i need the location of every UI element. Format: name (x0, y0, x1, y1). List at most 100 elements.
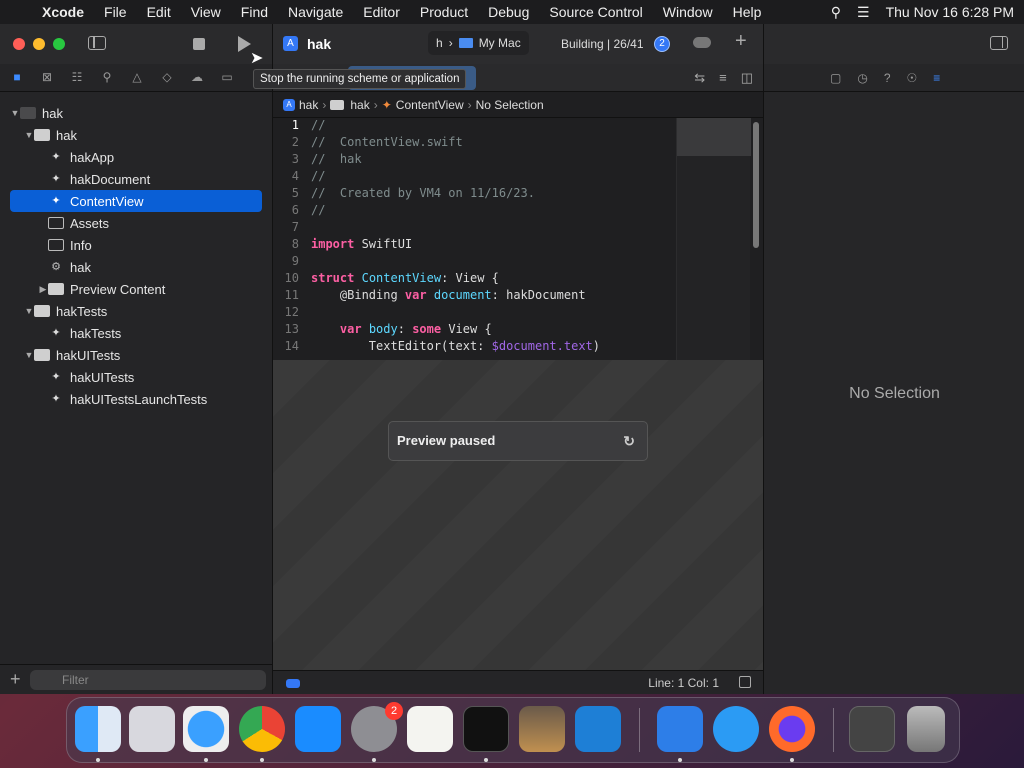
close-window-button[interactable] (13, 38, 25, 50)
run-tooltip: Stop the running scheme or application (253, 69, 467, 89)
menu-window[interactable]: Window (663, 4, 713, 20)
zoom-window-button[interactable] (53, 38, 65, 50)
cloud-icon[interactable] (693, 37, 711, 48)
finder-icon[interactable] (75, 706, 121, 752)
menu-view[interactable]: View (191, 4, 221, 20)
chevron-right-icon[interactable]: ▶ (38, 284, 48, 295)
menu-file[interactable]: File (104, 4, 127, 20)
editor-options-icon[interactable]: ≡ (719, 70, 727, 86)
chevron-down-icon[interactable]: ▼ (24, 306, 34, 316)
editor-status-bar: Line: 1 Col: 1 (273, 670, 763, 694)
breadcrumb-symbol[interactable]: No Selection (476, 98, 544, 112)
add-file-icon[interactable]: + (10, 669, 21, 690)
control-center-icon[interactable]: ☰ (857, 4, 870, 21)
launchpad-icon[interactable] (129, 706, 175, 752)
preview-toggle-icon[interactable] (286, 679, 300, 688)
tree-item-folder[interactable]: ▼ hak (10, 124, 262, 146)
tree-item-file[interactable]: ✦ hakApp (10, 146, 262, 168)
menu-editor[interactable]: Editor (363, 4, 400, 20)
app-store-icon[interactable] (295, 706, 341, 752)
firefox-icon[interactable] (769, 706, 815, 752)
add-icon[interactable]: + (735, 30, 747, 53)
navigator-toggle-icon[interactable] (88, 36, 106, 50)
tree-item-file[interactable]: ✦ hakDocument (10, 168, 262, 190)
chrome-icon[interactable] (239, 706, 285, 752)
menu-product[interactable]: Product (420, 4, 468, 20)
chevron-down-icon[interactable]: ▼ (10, 108, 20, 118)
project-name[interactable]: hak (307, 36, 331, 52)
menu-help[interactable]: Help (733, 4, 762, 20)
running-indicator (484, 758, 488, 762)
identity-icon[interactable]: ☉ (907, 71, 918, 85)
tree-item-folder[interactable]: ▼ hakUITests (10, 344, 262, 366)
tree-item-project[interactable]: ▼ hak (10, 102, 262, 124)
testflight-icon[interactable] (713, 706, 759, 752)
tree-item-file[interactable]: ✦ hakTests (10, 322, 262, 344)
minimap-visible-region[interactable] (677, 118, 751, 156)
project-icon: A (283, 98, 295, 111)
code-text: @Binding var document: hakDocument (311, 288, 586, 302)
help-icon[interactable]: ? (884, 71, 891, 85)
vscode-icon[interactable] (575, 706, 621, 752)
chevron-down-icon[interactable]: ▼ (24, 350, 34, 360)
menu-edit[interactable]: Edit (147, 4, 171, 20)
chevron-down-icon[interactable]: ▼ (24, 130, 34, 140)
safari-icon[interactable] (183, 706, 229, 752)
test-icon[interactable]: ◇ (160, 70, 174, 84)
xcode-icon[interactable] (657, 706, 703, 752)
issue-count-badge[interactable]: 2 (654, 36, 670, 52)
breadcrumb-project[interactable]: hak (299, 98, 318, 112)
attributes-icon[interactable]: ≡ (933, 71, 940, 85)
tree-item-label: hak (56, 127, 77, 143)
file-inspector-icon[interactable]: ▢ (830, 71, 841, 85)
menu-app-name[interactable]: Xcode (42, 4, 84, 20)
screenshot-icon[interactable] (849, 706, 895, 752)
inspector-toggle-icon[interactable] (990, 36, 1008, 50)
trash-icon[interactable] (907, 706, 945, 752)
breadcrumb-folder[interactable]: hak (350, 98, 369, 112)
vertical-scrollbar[interactable] (753, 122, 759, 248)
menu-debug[interactable]: Debug (488, 4, 529, 20)
tree-item-file-selected[interactable]: ✦ ContentView (10, 190, 262, 212)
code-line: 6 // (273, 203, 673, 220)
minimize-window-button[interactable] (33, 38, 45, 50)
instruments-icon[interactable] (519, 706, 565, 752)
source-control-icon[interactable]: ⊠ (40, 70, 54, 84)
menu-source-control[interactable]: Source Control (549, 4, 642, 20)
filter-input[interactable]: Filter (30, 670, 266, 690)
refresh-icon[interactable]: ↻ (623, 422, 635, 460)
debug-area-toggle-icon[interactable] (739, 676, 751, 688)
clock[interactable]: Thu Nov 16 6:28 PM (886, 4, 1014, 20)
issue-icon[interactable]: △ (130, 70, 144, 84)
running-indicator (204, 758, 208, 762)
debug-icon[interactable]: ☁ (190, 70, 204, 84)
split-editor-icon[interactable]: ◫ (741, 70, 753, 86)
tree-item-file[interactable]: Assets (10, 212, 262, 234)
stop-icon[interactable] (193, 38, 205, 50)
minimap[interactable] (676, 118, 751, 360)
breakpoint-icon[interactable]: ▭ (220, 70, 234, 84)
menu-find[interactable]: Find (241, 4, 268, 20)
code-text: // (311, 203, 326, 217)
breadcrumb-file[interactable]: ContentView (396, 98, 464, 112)
tree-item-folder[interactable]: ▼ hakTests (10, 300, 262, 322)
tree-item-folder[interactable]: ▶ Preview Content (10, 278, 262, 300)
tree-item-file[interactable]: ⚙ hak (10, 256, 262, 278)
navigator-selector-bar: ■ ⊠ ☷ ⚲ △ ◇ ☁ ▭ (0, 64, 273, 92)
project-file-icon (20, 107, 36, 119)
search-icon[interactable]: ⚲ (831, 4, 841, 21)
tree-item-file[interactable]: ✦ hakUITests (10, 366, 262, 388)
scheme-selector[interactable]: h › My Mac (428, 31, 529, 55)
line-number: 1 (291, 118, 299, 132)
tree-item-file[interactable]: Info (10, 234, 262, 256)
related-items-icon[interactable]: ⇆ (694, 70, 705, 86)
history-icon[interactable]: ◷ (857, 71, 867, 85)
folder-icon[interactable]: ■ (10, 70, 24, 84)
terminal-icon[interactable] (463, 706, 509, 752)
menu-navigate[interactable]: Navigate (288, 4, 343, 20)
textedit-icon[interactable] (407, 706, 453, 752)
tree-item-file[interactable]: ✦ hakUITestsLaunchTests (10, 388, 262, 410)
symbol-icon[interactable]: ☷ (70, 70, 84, 84)
chevron-right-icon: › (448, 36, 453, 50)
find-icon[interactable]: ⚲ (100, 70, 114, 84)
